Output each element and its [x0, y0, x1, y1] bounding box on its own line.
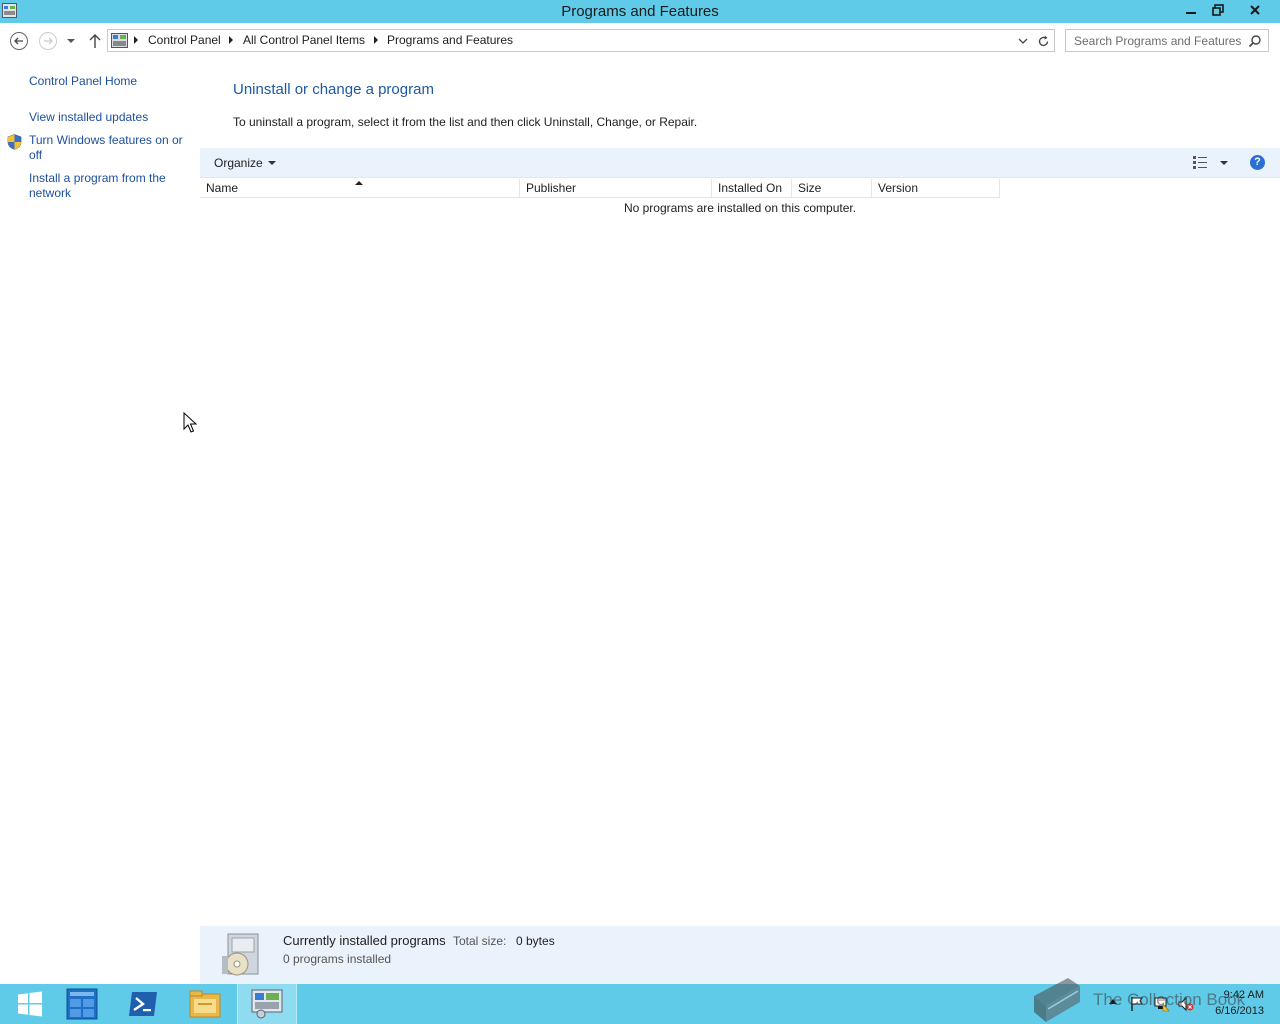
- taskbar-server-manager[interactable]: [52, 984, 112, 1024]
- search-placeholder: Search Programs and Features: [1074, 34, 1242, 48]
- breadcrumb-all-control-panel-items[interactable]: All Control Panel Items: [243, 33, 365, 47]
- task-pane: Control Panel Home View installed update…: [0, 59, 200, 984]
- refresh-button[interactable]: [1035, 33, 1051, 49]
- server-manager-icon: [66, 988, 98, 1020]
- column-header-size[interactable]: Size: [792, 179, 872, 198]
- close-button[interactable]: [1232, 0, 1278, 20]
- window-title: Programs and Features: [561, 3, 719, 20]
- control-panel-icon: [251, 989, 283, 1019]
- column-header-name[interactable]: Name: [200, 179, 520, 198]
- sidebar-item-install-from-network[interactable]: Install a program from the network: [29, 171, 189, 201]
- page-title: Uninstall or change a program: [233, 81, 434, 98]
- up-arrow-icon: [89, 34, 101, 48]
- minimize-button[interactable]: [1178, 0, 1204, 20]
- mouse-cursor-icon: [183, 412, 197, 433]
- organize-dropdown-icon[interactable]: [268, 161, 276, 165]
- page-description: To uninstall a program, select it from t…: [233, 115, 698, 129]
- file-explorer-icon: [189, 990, 221, 1018]
- minimize-icon: [1186, 12, 1196, 14]
- powershell-icon: [129, 992, 157, 1016]
- search-icon[interactable]: [1248, 34, 1262, 48]
- column-header-label: Name: [206, 181, 239, 195]
- forward-arrow-icon: [39, 32, 57, 50]
- up-button[interactable]: [85, 31, 105, 51]
- shield-icon: [7, 134, 22, 150]
- breadcrumb-separator[interactable]: [134, 36, 138, 44]
- help-icon[interactable]: ?: [1250, 155, 1265, 170]
- programs-count: 0 programs installed: [283, 952, 392, 966]
- view-details-icon[interactable]: [1193, 156, 1207, 169]
- chevron-down-icon: [67, 39, 75, 43]
- back-button[interactable]: [9, 31, 29, 51]
- organize-button[interactable]: Organize: [214, 156, 263, 170]
- start-button[interactable]: [0, 984, 60, 1024]
- address-history-button[interactable]: [1015, 33, 1031, 49]
- breadcrumb-control-panel[interactable]: Control Panel: [148, 33, 221, 47]
- column-header-installed-on[interactable]: Installed On: [712, 179, 792, 198]
- forward-button[interactable]: [38, 31, 58, 51]
- start-icon: [18, 991, 42, 1017]
- column-header-version[interactable]: Version: [872, 179, 1000, 198]
- column-headers: Name Publisher Installed On Size Version: [200, 179, 1000, 198]
- taskbar-powershell[interactable]: [113, 984, 173, 1024]
- watermark-text: The Collection Book: [1093, 990, 1246, 1009]
- details-title: Currently installed programs: [283, 933, 446, 948]
- title-bar[interactable]: Programs and Features: [0, 0, 1280, 23]
- breadcrumb-separator[interactable]: [374, 36, 378, 44]
- watermark: The Collection Book: [1028, 976, 1278, 1024]
- search-input[interactable]: Search Programs and Features: [1065, 29, 1269, 52]
- sidebar-item-turn-windows-features[interactable]: Turn Windows features on or off: [29, 133, 189, 163]
- column-header-publisher[interactable]: Publisher: [520, 179, 712, 198]
- back-arrow-icon: [10, 32, 28, 50]
- command-bar: Organize ?: [200, 148, 1280, 178]
- book-icon: [1034, 978, 1080, 1022]
- refresh-icon: [1038, 35, 1048, 46]
- total-size-value: 0 bytes: [516, 934, 555, 948]
- address-bar[interactable]: Control Panel All Control Panel Items Pr…: [107, 29, 1055, 52]
- restore-button[interactable]: [1205, 0, 1231, 20]
- navigation-bar: Control Panel All Control Panel Items Pr…: [0, 23, 1280, 59]
- taskbar-file-explorer[interactable]: [175, 984, 235, 1024]
- breadcrumb-programs-and-features[interactable]: Programs and Features: [387, 33, 513, 47]
- breadcrumb-separator[interactable]: [229, 36, 233, 44]
- installed-programs-icon: [222, 933, 259, 976]
- control-panel-icon: [111, 33, 128, 48]
- recent-locations-button[interactable]: [63, 31, 79, 51]
- sidebar-item-control-panel-home[interactable]: Control Panel Home: [29, 74, 189, 89]
- view-options-dropdown-icon[interactable]: [1220, 161, 1228, 165]
- empty-list-message: No programs are installed on this comput…: [623, 201, 857, 215]
- chevron-down-icon: [1018, 38, 1028, 44]
- total-size-label: Total size:: [453, 934, 507, 948]
- sidebar-item-view-installed-updates[interactable]: View installed updates: [29, 110, 189, 125]
- taskbar-control-panel[interactable]: [237, 984, 297, 1024]
- restore-icon: [1212, 4, 1224, 16]
- sort-ascending-icon: [355, 181, 363, 185]
- close-icon: [1250, 5, 1260, 15]
